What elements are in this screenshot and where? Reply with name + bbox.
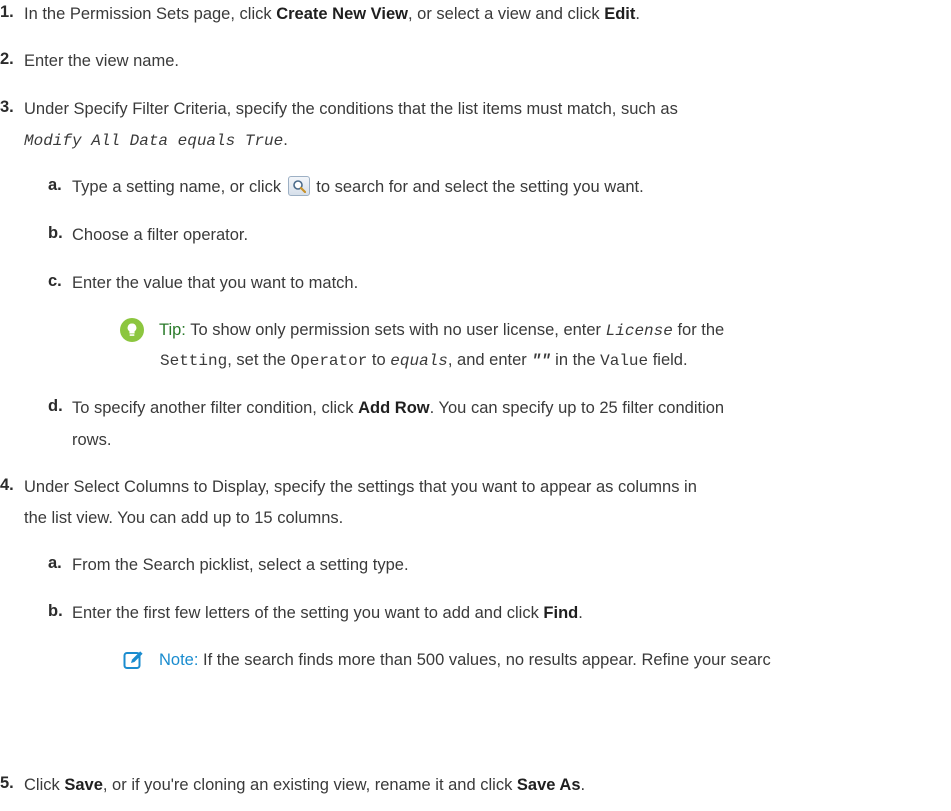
substep-text: Choose a filter operator. xyxy=(72,226,249,244)
text: , or select a view and click xyxy=(407,5,605,23)
step-number: 1. xyxy=(0,3,14,21)
text: Click xyxy=(24,776,65,794)
magnifier-search-icon[interactable] xyxy=(287,176,310,196)
substep-text: Type a setting name, or click to search … xyxy=(72,176,644,198)
text: field. xyxy=(648,351,688,369)
step-number: 3. xyxy=(0,98,14,116)
text: To show only permission sets with no use… xyxy=(185,321,606,339)
text: In the Permission Sets page, click xyxy=(24,5,277,23)
lightbulb-tip-icon xyxy=(120,318,144,342)
text: If the search finds more than 500 values… xyxy=(198,651,771,669)
substep-number: a. xyxy=(48,554,62,572)
step-text: Click Save, or if you're cloning an exis… xyxy=(24,774,585,796)
step-text: Under Select Columns to Display, specify… xyxy=(24,478,697,496)
text: . xyxy=(283,131,288,149)
note-label: Note: xyxy=(159,651,199,669)
text: Enter the first few letters of the setti… xyxy=(72,604,544,622)
code-operator: Operator xyxy=(290,352,368,370)
step-text: In the Permission Sets page, click Creat… xyxy=(24,3,640,25)
text: in the xyxy=(550,351,601,369)
create-new-view-label: Create New View xyxy=(276,5,408,23)
text: . You can specify up to 25 filter condit… xyxy=(429,399,725,417)
text: To specify another filter condition, cli… xyxy=(72,399,359,417)
code-value: Value xyxy=(600,352,649,370)
text: , set the xyxy=(227,351,291,369)
substep-number: b. xyxy=(48,602,63,620)
text: to search for and select the setting you… xyxy=(311,178,644,196)
step-number: 4. xyxy=(0,476,14,494)
pencil-note-icon xyxy=(123,651,143,669)
code-empty-quotes: "" xyxy=(531,352,551,370)
step-text: Under Specify Filter Criteria, specify t… xyxy=(24,100,678,118)
substep-text-line2: rows. xyxy=(72,431,112,449)
step-text-line2: Modify All Data equals True. xyxy=(24,129,288,152)
step-text-line2: the list view. You can add up to 15 colu… xyxy=(24,509,344,527)
substep-text: To specify another filter condition, cli… xyxy=(72,397,724,419)
tip-text-line1: Tip: To show only permission sets with n… xyxy=(159,319,724,342)
substep-number: c. xyxy=(48,272,62,290)
add-row-label: Add Row xyxy=(358,399,430,417)
code-setting: Setting xyxy=(160,352,228,370)
note-text: Note: If the search finds more than 500 … xyxy=(159,649,771,671)
text: . xyxy=(578,604,583,622)
substep-text: Enter the first few letters of the setti… xyxy=(72,602,583,624)
code-equals: equals xyxy=(390,352,448,370)
tip-label: Tip: xyxy=(159,321,186,339)
save-as-label: Save As xyxy=(516,776,581,794)
text: . xyxy=(635,5,640,23)
step-text: Enter the view name. xyxy=(24,52,179,70)
text: . xyxy=(580,776,586,794)
save-label: Save xyxy=(64,776,103,794)
text: to xyxy=(367,351,391,369)
substep-number: d. xyxy=(48,397,63,415)
substep-number: b. xyxy=(48,224,63,242)
code-license: License xyxy=(605,322,673,340)
substep-text: From the Search picklist, select a setti… xyxy=(72,556,409,574)
substep-number: a. xyxy=(48,176,62,194)
text: Type a setting name, or click xyxy=(72,178,286,196)
edit-label: Edit xyxy=(604,5,636,23)
step-number: 2. xyxy=(0,50,14,68)
step-number: 5. xyxy=(0,774,14,792)
code-example: Modify All Data equals True xyxy=(24,132,284,150)
text: , and enter xyxy=(447,351,532,369)
substep-text: Enter the value that you want to match. xyxy=(72,274,359,292)
find-label: Find xyxy=(543,604,579,622)
text: , or if you're cloning an existing view,… xyxy=(102,776,517,794)
text: for the xyxy=(672,321,725,339)
tip-text-line2: Setting, set the Operator to equals, and… xyxy=(160,349,688,372)
